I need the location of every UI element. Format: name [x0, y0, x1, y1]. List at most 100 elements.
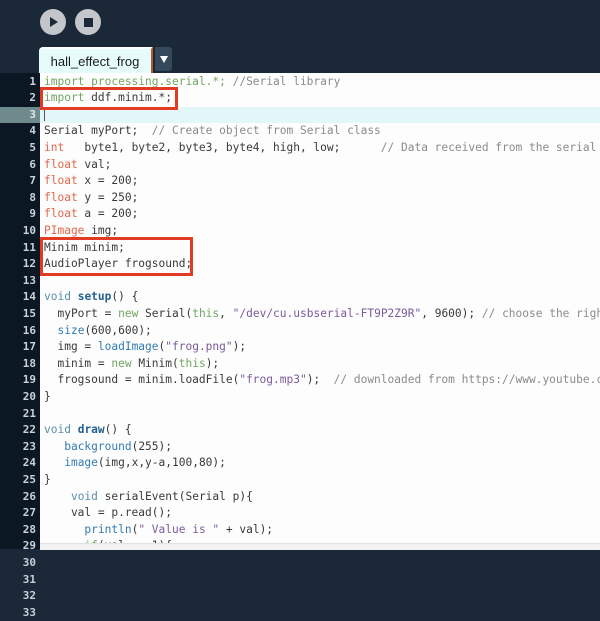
line-number: 7 — [29, 174, 36, 188]
code-line[interactable]: Serial myPort; // Create object from Ser… — [40, 123, 600, 140]
code-token: serialEvent(Serial p){ — [97, 489, 253, 503]
code-line[interactable]: img = loadImage("frog.png"); — [40, 339, 600, 356]
code-line[interactable]: void serialEvent(Serial p){ — [40, 489, 600, 506]
code-token: val; — [77, 157, 112, 171]
code-line[interactable]: float a = 200; — [40, 206, 600, 223]
code-line[interactable]: float val; — [40, 157, 600, 174]
line-number: 24 — [22, 456, 36, 470]
line-number: 10 — [22, 223, 36, 237]
code-line[interactable]: void draw() { — [40, 422, 600, 439]
code-token: } — [44, 472, 51, 486]
line-number: 15 — [22, 306, 36, 320]
code-token: , — [219, 306, 233, 320]
line-number: 3 — [0, 106, 40, 124]
line-number: 2 — [29, 91, 36, 105]
code-token: img = — [44, 340, 98, 354]
line-number: 26 — [22, 489, 36, 503]
code-line[interactable]: println(" Value is " + val); — [40, 522, 600, 539]
code-token: } — [44, 389, 51, 403]
code-line[interactable]: } — [40, 389, 600, 406]
line-number: 17 — [22, 340, 36, 354]
code-token: void — [44, 290, 71, 304]
line-number: 18 — [22, 356, 36, 370]
code-token: void — [70, 489, 98, 503]
code-token: frogsound = minim.loadFile( — [44, 373, 240, 387]
code-token: minim = — [44, 356, 112, 370]
code-token: + val); — [219, 522, 274, 536]
code-token: new — [118, 306, 139, 320]
line-number: 1 — [29, 74, 36, 88]
code-token: // Create object from Serial class — [151, 124, 381, 138]
line-number: 28 — [22, 522, 36, 536]
code-token: "frog.mp3" — [239, 373, 307, 387]
minim-declarations-highlight — [40, 236, 193, 276]
code-line[interactable]: size(600,600); — [40, 323, 600, 340]
line-number: 16 — [22, 323, 36, 337]
code-token: a = 200; — [77, 207, 139, 221]
tab-menu-button[interactable] — [155, 47, 172, 71]
line-number: 27 — [22, 506, 36, 520]
code-line[interactable]: minim = new Minim(this); — [40, 356, 600, 373]
line-number: 6 — [29, 157, 36, 171]
code-token: "frog.png" — [165, 340, 233, 354]
code-token: (255); — [131, 439, 172, 453]
line-number: 32 — [22, 589, 36, 603]
code-editor[interactable]: import processing.serial.*; //Serial lib… — [40, 73, 600, 543]
code-token: PImage — [44, 223, 85, 237]
code-token: loadImage — [97, 340, 159, 354]
code-token: () { — [104, 423, 132, 437]
code-line[interactable]: val = p.read(); — [40, 505, 600, 522]
code-token: // downloaded from https://www.youtube.c… — [333, 373, 600, 387]
code-token: setup — [77, 290, 112, 304]
code-token: //Serial library — [232, 74, 341, 88]
code-token: this — [178, 356, 206, 370]
code-token: ); — [205, 356, 220, 370]
triangle-down-icon — [159, 55, 168, 63]
code-line[interactable]: float y = 250; — [40, 190, 600, 207]
code-token: size — [57, 323, 85, 337]
code-token: float — [44, 207, 78, 221]
code-token: "/dev/cu.usbserial-FT9P2Z9R" — [232, 306, 422, 320]
line-number: 23 — [22, 439, 36, 453]
code-token: import processing.serial.*; — [44, 74, 233, 88]
code-line[interactable]: image(img,x,y-a,100,80); — [40, 455, 600, 472]
code-line[interactable]: int byte1, byte2, byte3, byte4, high, lo… — [40, 140, 600, 157]
code-token: byte1, byte2, byte3, byte4, high, low; — [64, 140, 381, 154]
line-number: 22 — [22, 423, 36, 437]
line-number: 33 — [22, 605, 36, 619]
code-token: , 9600); — [421, 306, 482, 320]
code-line[interactable]: background(255); — [40, 439, 600, 456]
play-icon — [50, 17, 58, 27]
line-number: 31 — [22, 572, 36, 586]
line-number: 25 — [22, 472, 36, 486]
code-token: float — [44, 174, 78, 188]
tab-hall-effect-frog[interactable]: hall_effect_frog — [39, 47, 153, 73]
line-number: 5 — [29, 140, 36, 154]
stop-icon — [83, 17, 93, 27]
code-token: val = p.read(); — [44, 506, 172, 520]
stop-button[interactable] — [75, 9, 101, 35]
line-number: 19 — [22, 373, 36, 387]
code-line[interactable]: void setup() { — [40, 289, 600, 306]
line-number: 29 — [22, 539, 36, 553]
code-token: image — [64, 456, 98, 470]
code-token: // choose the right port — [481, 306, 600, 320]
code-line[interactable] — [40, 406, 600, 423]
code-line[interactable]: } — [40, 472, 600, 489]
code-line[interactable]: float x = 200; — [40, 173, 600, 190]
code-token: ); — [306, 373, 334, 387]
code-line[interactable]: myPort = new Serial(this, "/dev/cu.usbse… — [40, 306, 600, 323]
code-token: this — [192, 306, 220, 320]
run-button[interactable] — [40, 9, 66, 35]
line-number: 11 — [22, 240, 36, 254]
text-cursor — [44, 108, 45, 122]
code-token: myPort = — [44, 306, 119, 320]
code-token: y = 250; — [77, 190, 139, 204]
code-line[interactable]: frogsound = minim.loadFile("frog.mp3"); … — [40, 372, 600, 389]
line-number: 9 — [29, 207, 36, 221]
